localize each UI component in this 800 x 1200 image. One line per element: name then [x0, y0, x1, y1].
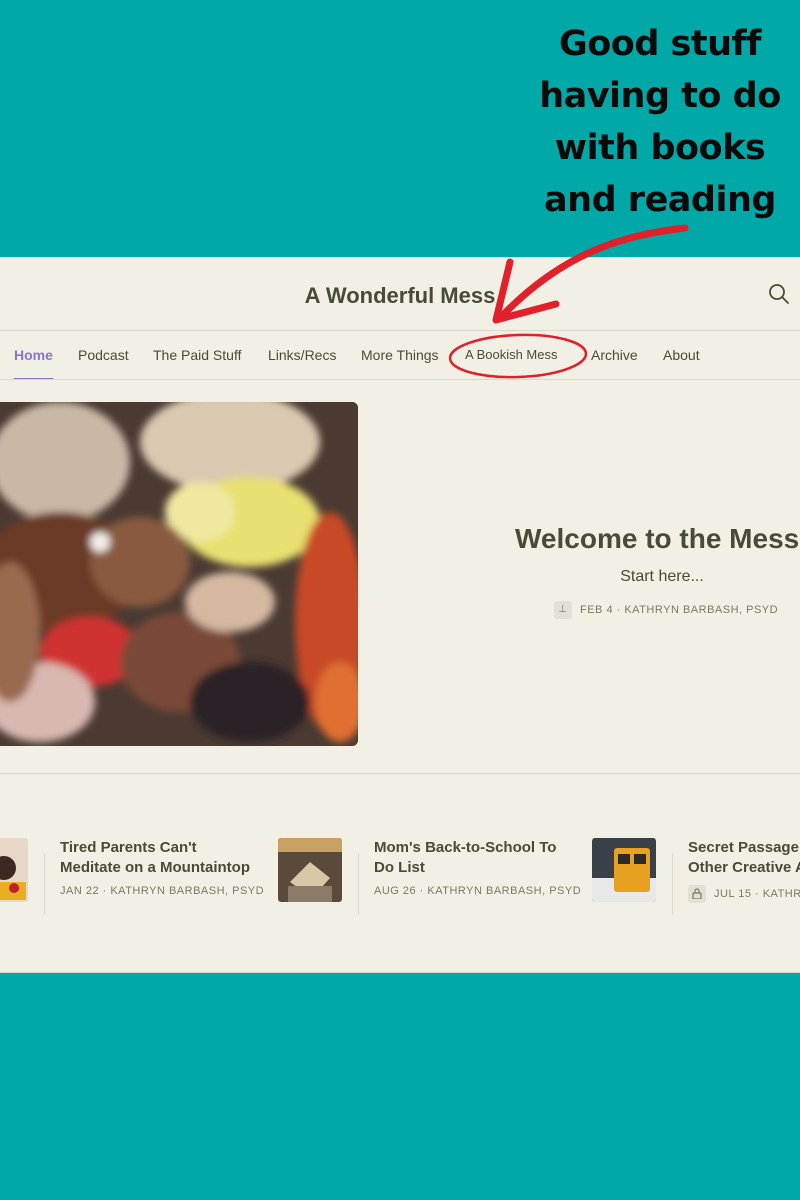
nav-divider	[0, 379, 800, 380]
hero-meta: ⊥ FEB 4 · KATHRYN BARBASH, PSYD	[554, 600, 778, 620]
nav-item-links-recs[interactable]: Links/Recs	[268, 331, 336, 379]
post-thumbnail[interactable]	[278, 838, 342, 902]
post-title-line: Tired Parents Can't	[60, 839, 197, 856]
callout-line: and reading	[544, 180, 776, 220]
post-thumbnail[interactable]	[592, 838, 656, 902]
nav-item-more-things[interactable]: More Things	[361, 331, 439, 379]
nav-item-paid-stuff[interactable]: The Paid Stuff	[153, 331, 241, 379]
card-divider	[672, 853, 673, 915]
post-meta: AUG 26 · KATHRYN BARBASH, PSYD	[374, 885, 582, 897]
website-screenshot: A Wonderful Mess Home Podcast The Paid S…	[0, 257, 800, 973]
post-meta: JUL 15 · KATHR	[688, 885, 800, 903]
post-title-line: Secret Passage	[688, 839, 799, 856]
card-divider	[358, 853, 359, 915]
post-meta-text: JUL 15 · KATHR	[714, 887, 800, 900]
post-thumbnail[interactable]	[0, 838, 28, 902]
hero-title[interactable]: Welcome to the Mess	[515, 523, 799, 555]
nav-item-archive[interactable]: Archive	[591, 331, 638, 379]
post-title[interactable]: Secret Passage Other Creative A	[688, 838, 800, 878]
post-title-line: Other Creative A	[688, 859, 800, 876]
hero-image[interactable]	[0, 402, 358, 746]
site-title[interactable]: A Wonderful Mess	[0, 283, 800, 309]
post-title[interactable]: Mom's Back-to-School To Do List	[374, 838, 556, 878]
nav-item-podcast[interactable]: Podcast	[78, 331, 129, 379]
lock-icon	[688, 885, 706, 903]
pin-icon: ⊥	[554, 601, 572, 620]
nav-item-about[interactable]: About	[663, 331, 700, 379]
post-title-line: Meditate on a Mountaintop	[60, 859, 250, 876]
callout-line: having to do	[539, 76, 781, 116]
callout-line: with books	[554, 128, 766, 168]
post-title[interactable]: Tired Parents Can't Meditate on a Mounta…	[60, 838, 250, 878]
section-divider	[0, 773, 800, 774]
post-title-line: Mom's Back-to-School To	[374, 839, 557, 856]
hero-meta-text: FEB 4 · KATHRYN BARBASH, PSYD	[580, 604, 779, 616]
annotation-callout: Good stuff having to do with books and r…	[520, 18, 800, 226]
nav-item-home[interactable]: Home	[14, 331, 53, 380]
hero-subtitle: Start here...	[620, 568, 704, 585]
card-divider	[44, 853, 45, 915]
post-title-line: Do List	[374, 859, 425, 876]
nav-item-bookish-mess[interactable]: A Bookish Mess	[465, 331, 558, 379]
main-nav: Home Podcast The Paid Stuff Links/Recs M…	[0, 331, 800, 380]
post-meta: JAN 22 · KATHRYN BARBASH, PSYD	[60, 885, 265, 897]
search-icon[interactable]	[768, 283, 790, 305]
callout-line: Good stuff	[559, 24, 762, 64]
